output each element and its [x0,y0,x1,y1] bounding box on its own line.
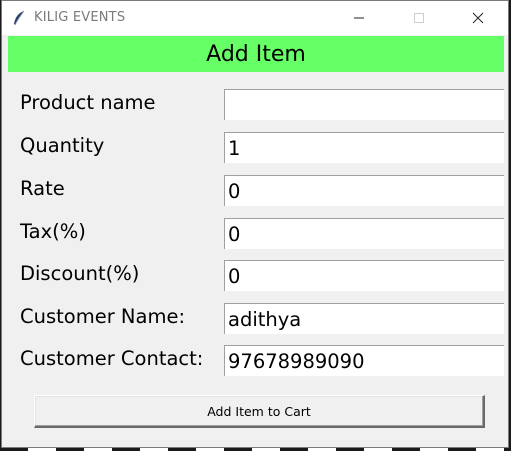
tax-row: Tax(%) [8,216,504,250]
tax-label: Tax(%) [20,220,86,243]
customer-contact-input[interactable] [224,345,504,376]
quantity-input[interactable] [224,132,504,163]
product-name-input[interactable] [224,89,504,120]
page-title: Add Item [206,41,306,67]
close-icon [472,9,484,28]
discount-input[interactable] [224,260,504,291]
title-bar[interactable]: KILIG EVENTS [2,1,508,35]
customer-contact-row: Customer Contact: [8,343,504,377]
feather-icon [12,10,26,26]
maximize-icon [413,9,425,28]
minimize-button[interactable] [336,1,382,35]
product-name-label: Product name [20,91,156,114]
customer-name-input[interactable] [224,303,504,334]
add-item-to-cart-button[interactable]: Add Item to Cart [34,395,485,428]
discount-label: Discount(%) [20,262,140,285]
rate-input[interactable] [224,175,504,206]
tax-input[interactable] [224,218,504,249]
maximize-button[interactable] [396,1,442,35]
customer-contact-label: Customer Contact: [20,347,204,370]
close-button[interactable] [455,1,501,35]
rate-label: Rate [20,177,65,200]
header-banner: Add Item [8,36,504,72]
rate-row: Rate [8,173,504,207]
discount-row: Discount(%) [8,258,504,292]
app-window: KILIG EVENTS Add Item Product name Quant… [1,0,509,448]
minimize-icon [353,9,365,28]
customer-name-row: Customer Name: [8,301,504,335]
quantity-row: Quantity [8,130,504,164]
product-name-row: Product name [8,87,504,121]
quantity-label: Quantity [20,134,105,157]
customer-name-label: Customer Name: [20,305,186,328]
window-title: KILIG EVENTS [34,10,126,25]
